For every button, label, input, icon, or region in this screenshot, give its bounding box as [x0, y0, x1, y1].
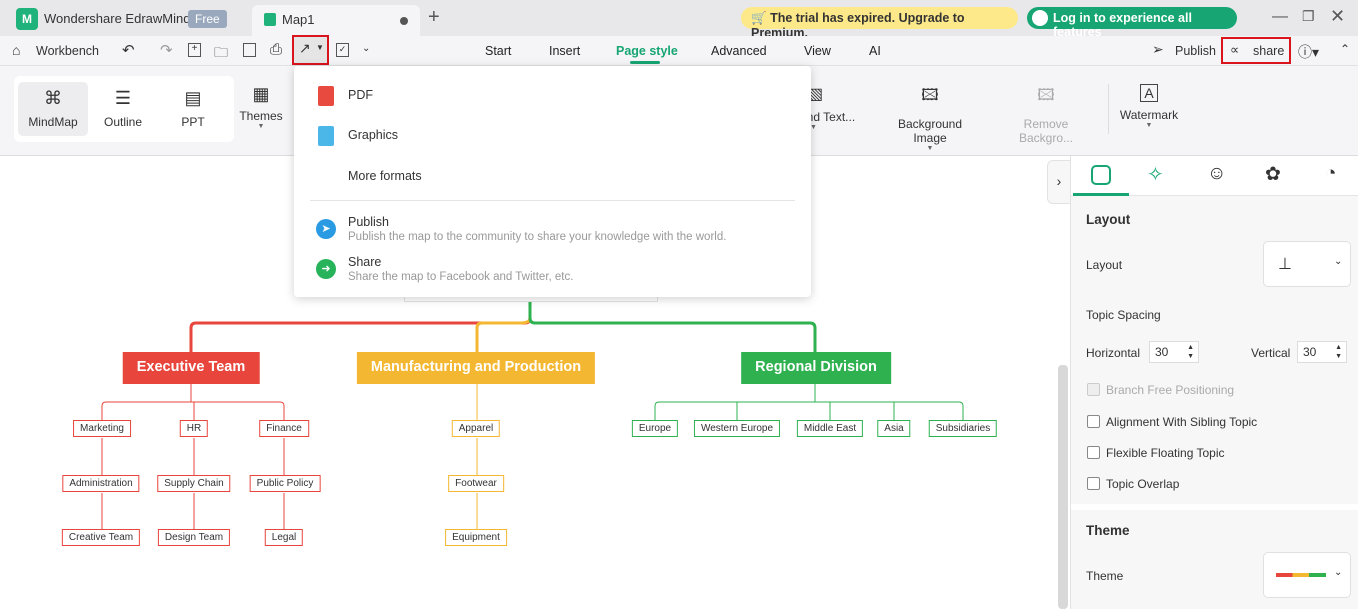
subtopic[interactable]: Middle East	[796, 420, 864, 437]
layout-label: Layout	[1086, 258, 1123, 272]
branch-free-checkbox[interactable]	[1087, 383, 1100, 396]
subtopic[interactable]: Asia	[877, 420, 911, 437]
menu-item-graphics[interactable]: Graphics	[294, 126, 811, 148]
subtopic[interactable]: Marketing	[73, 420, 131, 437]
subtopic[interactable]: Design Team	[157, 529, 231, 546]
ribbon-divider	[1108, 84, 1109, 134]
restore-icon[interactable]: ❐	[1302, 8, 1315, 25]
theme-label: Theme	[1086, 569, 1124, 583]
horizontal-label: Horizontal	[1086, 346, 1141, 360]
minimize-icon[interactable]: —	[1272, 8, 1288, 26]
subtopic[interactable]: Footwear	[448, 475, 504, 492]
publish-button[interactable]: Publish	[1175, 44, 1216, 58]
branch-line-manufacturing	[475, 317, 532, 352]
flexible-floating-checkbox[interactable]	[1087, 446, 1100, 459]
vertical-label: Vertical	[1251, 346, 1291, 360]
collapse-panel-button[interactable]: ›	[1047, 160, 1070, 204]
section-divider	[1071, 504, 1358, 510]
chevron-down-icon: ⌄	[1334, 567, 1343, 578]
regional-sub-lines	[654, 384, 964, 420]
menu-item-publish[interactable]: ➤ Publish Publish the map to the community…	[294, 215, 811, 247]
export-dropdown-menu: PDF Graphics More formats ➤ Publish Publis…	[294, 66, 811, 297]
publish-description: Publish the map to the community to shar…	[348, 231, 727, 243]
subtopic[interactable]: Finance	[259, 420, 309, 437]
help-icon[interactable]: ⓘ▾	[1298, 42, 1319, 62]
topic-manufacturing[interactable]: Manufacturing and Production	[356, 352, 596, 384]
layout-select[interactable]: ⊥ ⌄	[1263, 241, 1351, 287]
topic-executive-team[interactable]: Executive Team	[122, 352, 260, 384]
topic-overlap-checkbox[interactable]	[1087, 477, 1100, 490]
graphics-icon	[318, 126, 334, 146]
close-icon[interactable]: ✕	[1330, 6, 1345, 27]
menu-divider	[310, 200, 795, 201]
graphics-label: Graphics	[348, 128, 399, 142]
tab-history-icon[interactable]: ◔	[1325, 163, 1336, 185]
executive-sub-lines	[101, 384, 285, 529]
topic-overlap-label: Topic Overlap	[1106, 477, 1180, 491]
pdf-label: PDF	[348, 88, 373, 102]
theme-heading: Theme	[1086, 523, 1130, 538]
topic-regional-division[interactable]: Regional Division	[741, 352, 891, 384]
more-formats-label: More formats	[348, 169, 422, 183]
active-panel-tab-indicator	[1073, 193, 1129, 196]
subtopic[interactable]: Legal	[264, 529, 304, 546]
theme-preview-icon	[1276, 573, 1326, 577]
branch-line-executive	[189, 302, 532, 352]
tab-layout-icon[interactable]	[1091, 165, 1111, 185]
telegram-icon: ➤	[316, 219, 336, 239]
menu-item-share[interactable]: ➜ Share Share the map to Facebook and Twit…	[294, 255, 811, 287]
theme-select[interactable]: ⌄	[1263, 552, 1351, 598]
subtopic[interactable]: Europe	[631, 420, 679, 437]
alignment-sibling-label: Alignment With Sibling Topic	[1106, 415, 1258, 429]
alignment-sibling-checkbox[interactable]	[1087, 415, 1100, 428]
share-description: Share the map to Facebook and Twitter, e…	[348, 271, 574, 283]
stepper-icon[interactable]: ▲ ▼	[1335, 343, 1342, 361]
flexible-floating-label: Flexible Floating Topic	[1106, 446, 1225, 460]
subtopic[interactable]: Western Europe	[693, 420, 781, 437]
topic-spacing-label: Topic Spacing	[1086, 308, 1161, 322]
chevron-down-icon: ⌄	[1334, 256, 1343, 267]
subtopic[interactable]: Equipment	[445, 529, 507, 546]
horizontal-spacing-input[interactable]: 30 ▲ ▼	[1149, 341, 1199, 363]
tab-style-icon[interactable]: ✿	[1265, 163, 1281, 186]
vertical-spacing-input[interactable]: 30 ▲ ▼	[1297, 341, 1347, 363]
subtopic[interactable]: Administration	[62, 475, 140, 492]
vertical-value: 30	[1303, 345, 1317, 359]
pdf-icon	[318, 86, 334, 106]
tab-sticker-icon[interactable]: ☺	[1207, 163, 1226, 185]
horizontal-value: 30	[1155, 345, 1169, 359]
layout-heading: Layout	[1086, 212, 1131, 227]
subtopic[interactable]: Apparel	[451, 420, 501, 437]
stepper-icon[interactable]: ▲ ▼	[1187, 343, 1194, 361]
share-title: Share	[348, 255, 382, 269]
watermark-label: Watermark	[1119, 108, 1179, 122]
watermark-icon: A	[1140, 84, 1158, 102]
collapse-ribbon-icon[interactable]: ⌃	[1340, 42, 1350, 56]
subtopic[interactable]: Supply Chain	[157, 475, 231, 492]
menu-item-pdf[interactable]: PDF	[294, 86, 811, 108]
subtopic[interactable]: Subsidiaries	[928, 420, 998, 437]
share-label: share	[1253, 44, 1285, 58]
publish-title: Publish	[348, 215, 389, 229]
watermark-button[interactable]: A Watermark ▼	[1118, 84, 1180, 129]
share-button[interactable]: ∝ share	[1221, 37, 1291, 64]
share-arrow-icon: ➜	[316, 259, 336, 279]
menu-item-more-formats[interactable]: More formats	[294, 169, 811, 189]
branch-line-regional	[528, 302, 817, 352]
login-label: Log in to experience all features	[1053, 11, 1192, 39]
send-icon: ➢	[1152, 41, 1164, 57]
subtopic[interactable]: Creative Team	[61, 529, 141, 546]
branch-free-label: Branch Free Positioning	[1106, 383, 1235, 397]
subtopic[interactable]: Public Policy	[249, 475, 321, 492]
tab-ai-sparkle-icon[interactable]: ✧	[1147, 162, 1164, 187]
subtopic[interactable]: HR	[179, 420, 209, 437]
right-panel: ✧ ☺ ✿ ◔ Layout Layout ⊥ ⌄ Topic Spacing H…	[1070, 156, 1358, 609]
share-icon: ∝	[1230, 42, 1240, 57]
org-chart-icon: ⊥	[1278, 256, 1292, 273]
